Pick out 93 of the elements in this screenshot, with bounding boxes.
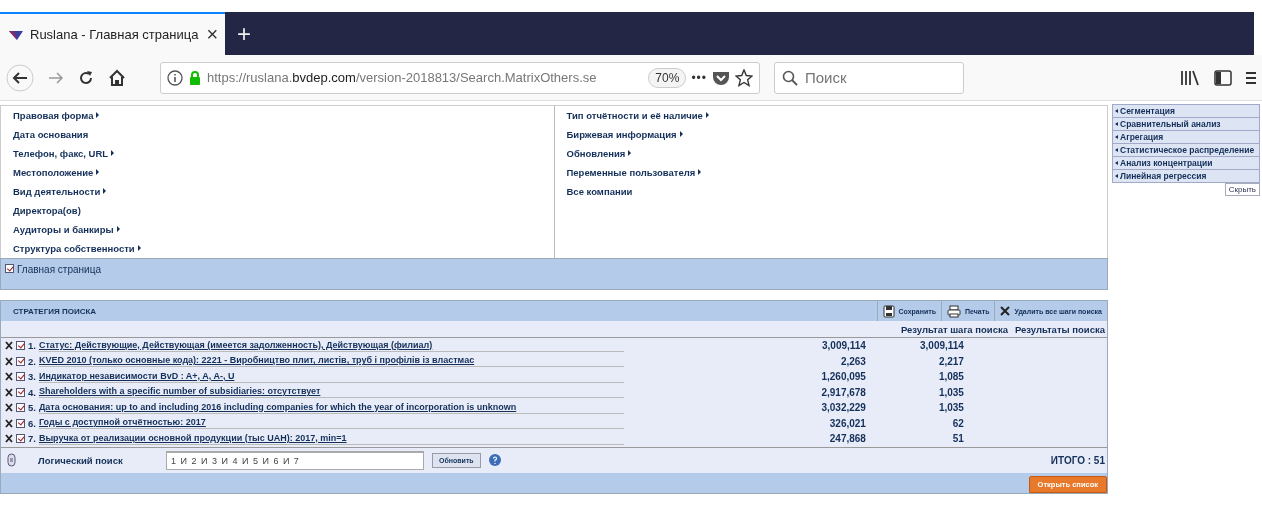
step-link[interactable]: KVED 2010 (только основные кода): 2221 - Виробництво плит, листів, труб і профілів із властмас xyxy=(38,355,624,368)
step-result: 2,263 xyxy=(839,355,866,367)
logic-search-label: Логический поиск xyxy=(37,454,124,466)
criteria-link[interactable]: Телефон, факс, URL xyxy=(13,146,542,160)
search-result: 2,217 xyxy=(937,355,964,367)
step-link[interactable]: Дата основания: up to and including 2016 including companies for which the year of incorporation is unknown xyxy=(38,401,624,414)
search-result: 1,035 xyxy=(937,386,964,398)
remove-icon[interactable] xyxy=(5,403,13,413)
step-number: 4. xyxy=(28,386,36,398)
remove-icon[interactable] xyxy=(5,341,13,351)
analysis-link[interactable]: Сравнительный анализ xyxy=(1112,117,1260,131)
column-header: Результаты поиска xyxy=(1013,323,1105,335)
zoom-indicator[interactable]: 70% xyxy=(648,67,687,88)
close-tab-button[interactable]: × xyxy=(204,23,221,46)
step-result: 1,260,095 xyxy=(820,371,866,383)
analysis-link[interactable]: Сегментация xyxy=(1112,104,1260,118)
analysis-link[interactable]: Анализ концентрации xyxy=(1112,156,1260,170)
logic-input[interactable]: 1 И 2 И 3 И 4 И 5 И 6 И 7 xyxy=(166,450,424,470)
search-icon xyxy=(782,69,798,86)
criteria-link[interactable]: Аудиторы и банкиры xyxy=(13,222,542,236)
step-link[interactable]: Годы с доступной отчётностью: 2017 xyxy=(38,417,624,430)
criteria-link[interactable]: Правовая форма xyxy=(13,108,542,122)
sidebar-icon[interactable] xyxy=(1214,69,1232,86)
help-icon[interactable] xyxy=(488,454,501,466)
lock-icon xyxy=(188,69,202,86)
forward-icon[interactable] xyxy=(48,70,64,85)
remove-icon[interactable] xyxy=(5,387,13,397)
step-link[interactable]: Shareholders with a specific number of subsidiaries: отсутствует xyxy=(38,386,624,399)
remove-icon[interactable] xyxy=(5,372,13,382)
home-icon[interactable] xyxy=(108,68,126,87)
info-icon xyxy=(167,69,183,86)
step-result: 2,917,678 xyxy=(820,386,866,398)
remove-icon[interactable] xyxy=(5,434,13,444)
criteria-link[interactable]: Местоположение xyxy=(13,165,542,179)
step-number: 1. xyxy=(28,340,36,352)
checkbox[interactable] xyxy=(16,387,25,397)
search-result: 62 xyxy=(951,417,964,429)
step-result: 326,021 xyxy=(828,417,866,429)
reload-icon[interactable] xyxy=(78,69,94,86)
address-bar[interactable]: https://ruslana.bvdep.com/version-2018813/Search.MatrixOthers.se 70% ••• xyxy=(160,61,760,94)
analysis-link[interactable]: Статистическое распределение xyxy=(1112,143,1260,157)
home-label[interactable]: Главная страница xyxy=(17,264,101,275)
step-number: 2. xyxy=(28,355,36,367)
page-actions-button[interactable]: ••• xyxy=(691,70,707,85)
analysis-link[interactable]: Агрегация xyxy=(1112,130,1260,144)
checkbox[interactable] xyxy=(16,434,25,444)
search-result: 1,085 xyxy=(937,371,964,383)
criteria-link[interactable]: Вид деятельности xyxy=(13,184,542,198)
library-icon[interactable] xyxy=(1180,69,1200,86)
analysis-link[interactable]: Линейная регрессия xyxy=(1112,169,1260,183)
step-number: 3. xyxy=(28,371,36,383)
back-icon[interactable] xyxy=(6,63,34,92)
step-result: 3,032,229 xyxy=(820,402,866,414)
step-link[interactable]: Индикатор независимости BvD : A+, A, A-, U xyxy=(38,370,624,383)
column-header: Результат шага поиска xyxy=(899,323,1008,335)
checkbox[interactable] xyxy=(16,356,25,366)
step-result: 3,009,114 xyxy=(821,340,866,352)
criteria-link[interactable]: Структура собственности xyxy=(13,241,542,255)
criteria-link[interactable]: Биржевая информация xyxy=(566,127,1095,141)
section-title: СТРАТЕГИЯ ПОИСКА xyxy=(13,306,98,316)
favicon-icon xyxy=(8,28,24,41)
total-count: ИТОГО : 51 xyxy=(1050,454,1106,466)
step-number: 7. xyxy=(28,433,36,445)
step-number: 6. xyxy=(28,417,36,429)
criteria-link[interactable]: Обновления xyxy=(566,146,1095,160)
cross-icon xyxy=(1000,306,1011,316)
remove-icon[interactable] xyxy=(5,356,13,366)
criteria-link[interactable]: Переменные пользователя xyxy=(566,165,1095,179)
criteria-link[interactable]: Тип отчётности и её наличие xyxy=(566,108,1095,122)
search-result: 3,009,114 xyxy=(919,340,964,352)
checkbox[interactable] xyxy=(16,403,25,413)
browser-tab[interactable]: Ruslana - Главная страница × xyxy=(0,12,225,55)
step-number: 5. xyxy=(28,402,36,414)
search-field[interactable]: Поиск xyxy=(774,61,964,94)
checkbox[interactable] xyxy=(16,418,25,428)
criteria-link[interactable]: Директора(ов) xyxy=(13,203,542,217)
step-result: 247,868 xyxy=(828,433,866,445)
menu-icon[interactable] xyxy=(1246,70,1256,85)
checkbox[interactable] xyxy=(16,341,25,351)
printer-icon xyxy=(947,304,961,318)
hide-button[interactable]: Скрыть xyxy=(1224,183,1260,196)
pocket-icon[interactable] xyxy=(712,69,730,86)
search-result: 1,035 xyxy=(937,402,964,414)
star-icon[interactable] xyxy=(735,68,753,87)
search-result: 51 xyxy=(951,433,964,445)
criteria-link[interactable]: Все компании xyxy=(566,184,1095,198)
step-link[interactable]: Статус: Действующие, Действующая (имеется задолженность), Действующая (филиал) xyxy=(38,339,624,352)
checkbox[interactable] xyxy=(16,372,25,382)
criteria-link[interactable]: Дата основания xyxy=(13,127,542,141)
new-tab-button[interactable]: + xyxy=(225,19,263,48)
remove-icon[interactable] xyxy=(5,418,13,428)
checkbox[interactable] xyxy=(5,264,14,273)
step-link[interactable]: Выручка от реализации основной продукции (тыс UAH): 2017, min=1 xyxy=(38,432,624,445)
